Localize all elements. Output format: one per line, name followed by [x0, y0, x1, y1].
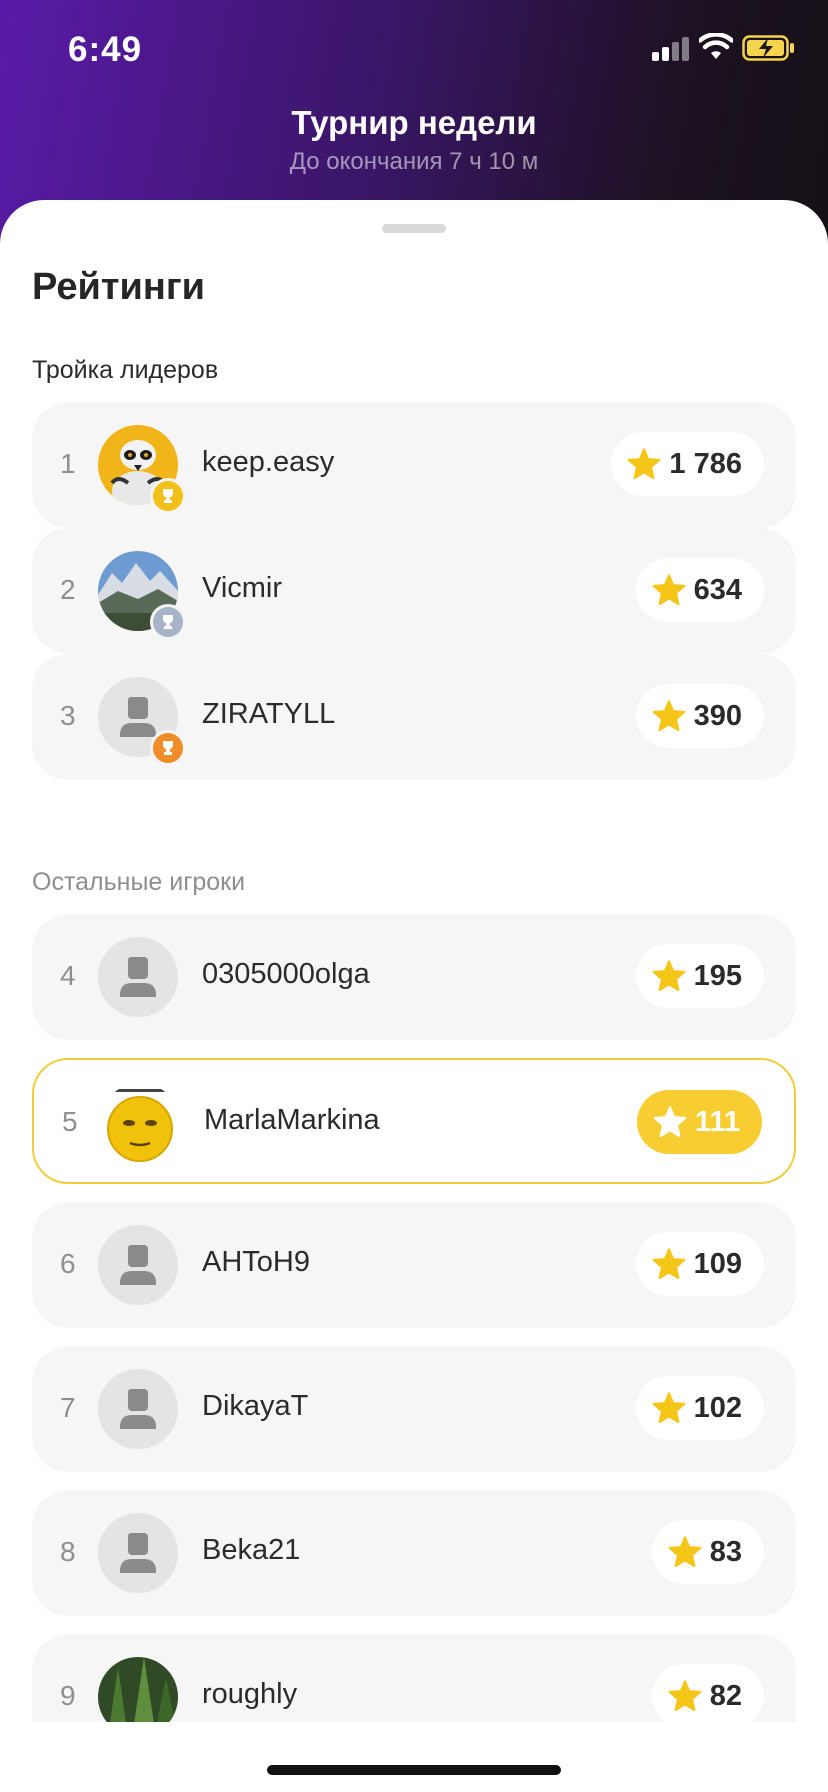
score-value: 390	[693, 699, 742, 732]
avatar	[98, 1513, 178, 1593]
time-remaining: До окончания 7 ч 10 м	[289, 148, 539, 175]
leaderboard-row-current-user[interactable]: 5 MarlaMarkina 111	[32, 1058, 796, 1184]
score-badge: 195	[635, 944, 764, 1008]
default-user-icon	[98, 1225, 178, 1305]
star-icon	[628, 448, 661, 480]
rank-number: 5	[62, 1106, 78, 1137]
star-icon	[652, 960, 685, 992]
star-icon	[652, 1248, 685, 1280]
score-value: 109	[693, 1247, 742, 1280]
rank-number: 9	[60, 1680, 76, 1711]
rank-number: 3	[60, 700, 76, 731]
others-section-label: Остальные игроки	[32, 868, 246, 896]
star-icon	[653, 1106, 687, 1138]
avatar	[98, 937, 178, 1017]
rank-number: 2	[60, 574, 76, 605]
ratings-sheet: Рейтинги Тройка лидеров 1 keep.easy 1 78…	[0, 200, 828, 1792]
leaderboard-row[interactable]: 7 DikayaT 102	[32, 1346, 796, 1472]
player-name: Vicmir	[202, 572, 283, 604]
tournament-title: Турнир недели	[291, 104, 537, 141]
bronze-trophy-icon	[150, 730, 186, 766]
leaderboard-row[interactable]: 8 Beka21 83	[32, 1490, 796, 1616]
score-badge: 82	[651, 1664, 764, 1728]
score-badge: 102	[635, 1376, 764, 1440]
bottom-safe-area	[0, 1722, 828, 1792]
star-icon	[652, 574, 685, 606]
avatar	[98, 1369, 178, 1449]
rank-number: 1	[60, 448, 76, 479]
score-value: 82	[709, 1679, 742, 1712]
default-user-icon	[98, 937, 178, 1017]
ratings-title: Рейтинги	[32, 266, 206, 308]
rank-number: 4	[60, 960, 76, 991]
star-icon	[668, 1680, 702, 1712]
smiley-moon-photo-avatar	[100, 1083, 180, 1163]
score-badge: 83	[651, 1520, 764, 1584]
score-value: 195	[693, 959, 742, 992]
leaderboard-row[interactable]: 3 ZIRATYLL 390	[32, 654, 796, 780]
star-icon	[652, 1392, 685, 1424]
battery-charging-icon	[742, 35, 794, 61]
leaderboard-row[interactable]: 2 Vicmir 634	[32, 528, 796, 654]
leaderboard-row[interactable]: 4 0305000olga 195	[32, 914, 796, 1040]
score-badge: 1 786	[611, 432, 764, 496]
star-icon	[668, 1536, 702, 1568]
silver-trophy-icon	[150, 604, 186, 640]
default-user-icon	[98, 1513, 178, 1593]
player-name: keep.easy	[202, 446, 335, 478]
gold-trophy-icon	[150, 478, 186, 514]
score-value: 83	[709, 1535, 742, 1568]
default-user-icon	[98, 1369, 178, 1449]
player-name: DikayaT	[202, 1390, 309, 1422]
sheet-grabber-handle[interactable]	[382, 224, 446, 233]
player-name: Beka21	[202, 1534, 301, 1566]
player-name: ZIRATYLL	[202, 698, 336, 730]
home-indicator[interactable]	[267, 1765, 561, 1775]
status-bar: 6:49	[0, 0, 828, 100]
wifi-icon	[699, 33, 733, 59]
avatar	[98, 1225, 178, 1305]
score-value: 1 786	[669, 447, 742, 480]
score-badge: 109	[635, 1232, 764, 1296]
score-value: 634	[693, 573, 742, 606]
avatar	[100, 1083, 180, 1163]
rank-number: 6	[60, 1248, 76, 1279]
player-name: AHToH9	[202, 1246, 310, 1278]
star-icon	[652, 700, 685, 732]
score-value: 102	[693, 1391, 742, 1424]
leaderboard-row[interactable]: 1 keep.easy 1 786	[32, 402, 796, 528]
leaders-section-label: Тройка лидеров	[32, 356, 219, 384]
score-value: 111	[694, 1105, 740, 1138]
rank-number: 7	[60, 1392, 76, 1423]
status-time: 6:49	[68, 30, 143, 69]
player-name: roughly	[202, 1678, 298, 1710]
rank-number: 8	[60, 1536, 76, 1567]
leaderboard-row[interactable]: 6 AHToH9 109	[32, 1202, 796, 1328]
score-badge: 634	[635, 558, 764, 622]
player-name: MarlaMarkina	[204, 1104, 380, 1136]
player-name: 0305000olga	[202, 958, 370, 990]
cellular-signal-icon	[652, 37, 692, 61]
score-badge: 111	[636, 1090, 762, 1154]
score-badge: 390	[635, 684, 764, 748]
